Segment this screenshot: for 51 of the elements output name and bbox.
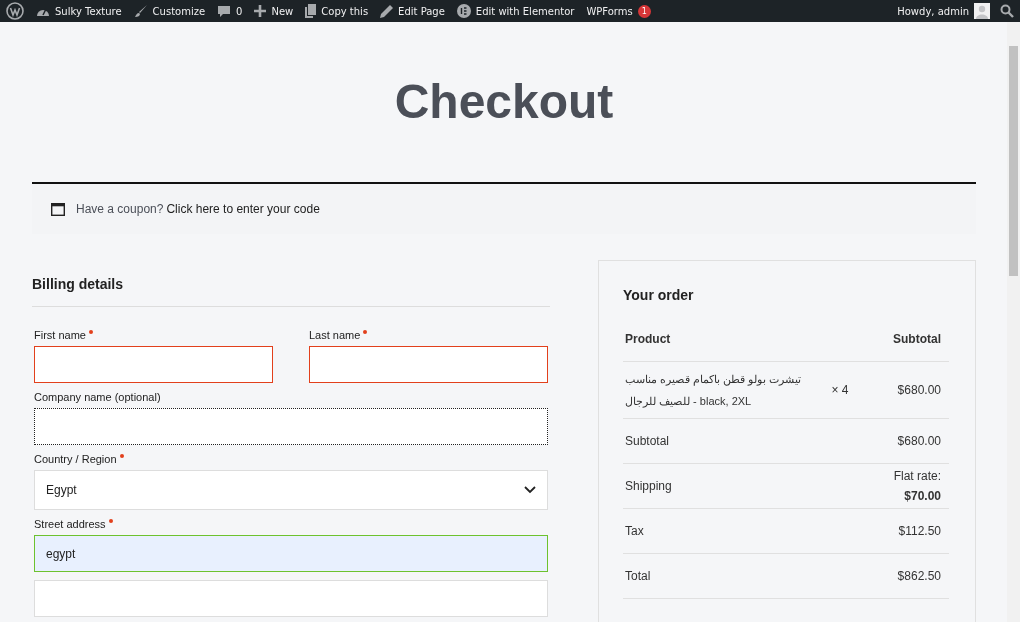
field-label: Country / Region (34, 453, 124, 465)
total-label: Tax (625, 524, 644, 538)
scrollbar[interactable] (1007, 22, 1020, 622)
admin-bar-link[interactable]: Customize (127, 0, 212, 22)
pencil-icon (380, 4, 394, 18)
order-heading: Your order (623, 287, 695, 303)
total-label: Subtotal (625, 434, 670, 448)
country-select[interactable]: Egypt (34, 470, 548, 510)
total-value: $680.00 (896, 434, 941, 448)
admin-bar-link[interactable]: New (248, 0, 300, 22)
admin-bar-link[interactable]: Edit Page (374, 0, 451, 22)
field-label: Last name (309, 329, 368, 341)
admin-bar-link[interactable]: Copy this (299, 0, 375, 22)
admin-bar-link[interactable]: WPForms 1 (580, 0, 657, 22)
column-header: Subtotal (863, 317, 949, 362)
input-field[interactable]: egypt (34, 535, 548, 572)
column-header: Product (623, 317, 823, 362)
field-label: First name (34, 329, 93, 341)
input-field[interactable] (34, 346, 273, 383)
admin-bar-link[interactable]: Edit with Elementor (450, 0, 581, 22)
input-field[interactable] (34, 408, 548, 445)
billing-heading: Billing details (32, 276, 550, 307)
admin-bar-link[interactable]: Sulky Texture (30, 0, 128, 22)
product-subtotal: $680.00 (897, 383, 941, 397)
shipping-amount: $70.00 (903, 489, 941, 503)
coupon-link[interactable]: Click here to enter your code (166, 202, 320, 216)
notification-count: 1 (637, 4, 651, 18)
total-value: Flat rate: (892, 469, 941, 483)
copy-icon (305, 4, 317, 18)
input-field[interactable] (309, 346, 548, 383)
field-label: Company name (optional) (34, 391, 161, 403)
comment-icon (217, 4, 232, 18)
plus-icon (254, 5, 267, 17)
avatar-icon (974, 3, 990, 19)
admin-bar-link[interactable]: 0 (211, 0, 249, 22)
account-menu[interactable]: Howdy, admin (891, 0, 996, 22)
total-label: Total (625, 569, 651, 583)
search-icon[interactable] (1000, 4, 1014, 18)
total-label: Shipping (625, 479, 672, 493)
field-label: Street address (34, 518, 113, 530)
window-icon (51, 202, 65, 216)
coupon-question: Have a coupon? (76, 202, 164, 216)
product-name: تيشرت بولو قطن باكمام قصيره مناسب للصيف للرجال - black, 2XL (625, 373, 802, 407)
page-title: Checkout (393, 74, 615, 130)
total-value: $862.50 (896, 569, 941, 583)
chevron-down-icon (524, 486, 536, 494)
elementor-icon (456, 4, 471, 18)
product-quantity: × 4 (831, 383, 849, 397)
brush-icon (133, 4, 148, 18)
total-value: $112.50 (897, 524, 941, 538)
scrollbar-thumb[interactable] (1009, 46, 1018, 276)
